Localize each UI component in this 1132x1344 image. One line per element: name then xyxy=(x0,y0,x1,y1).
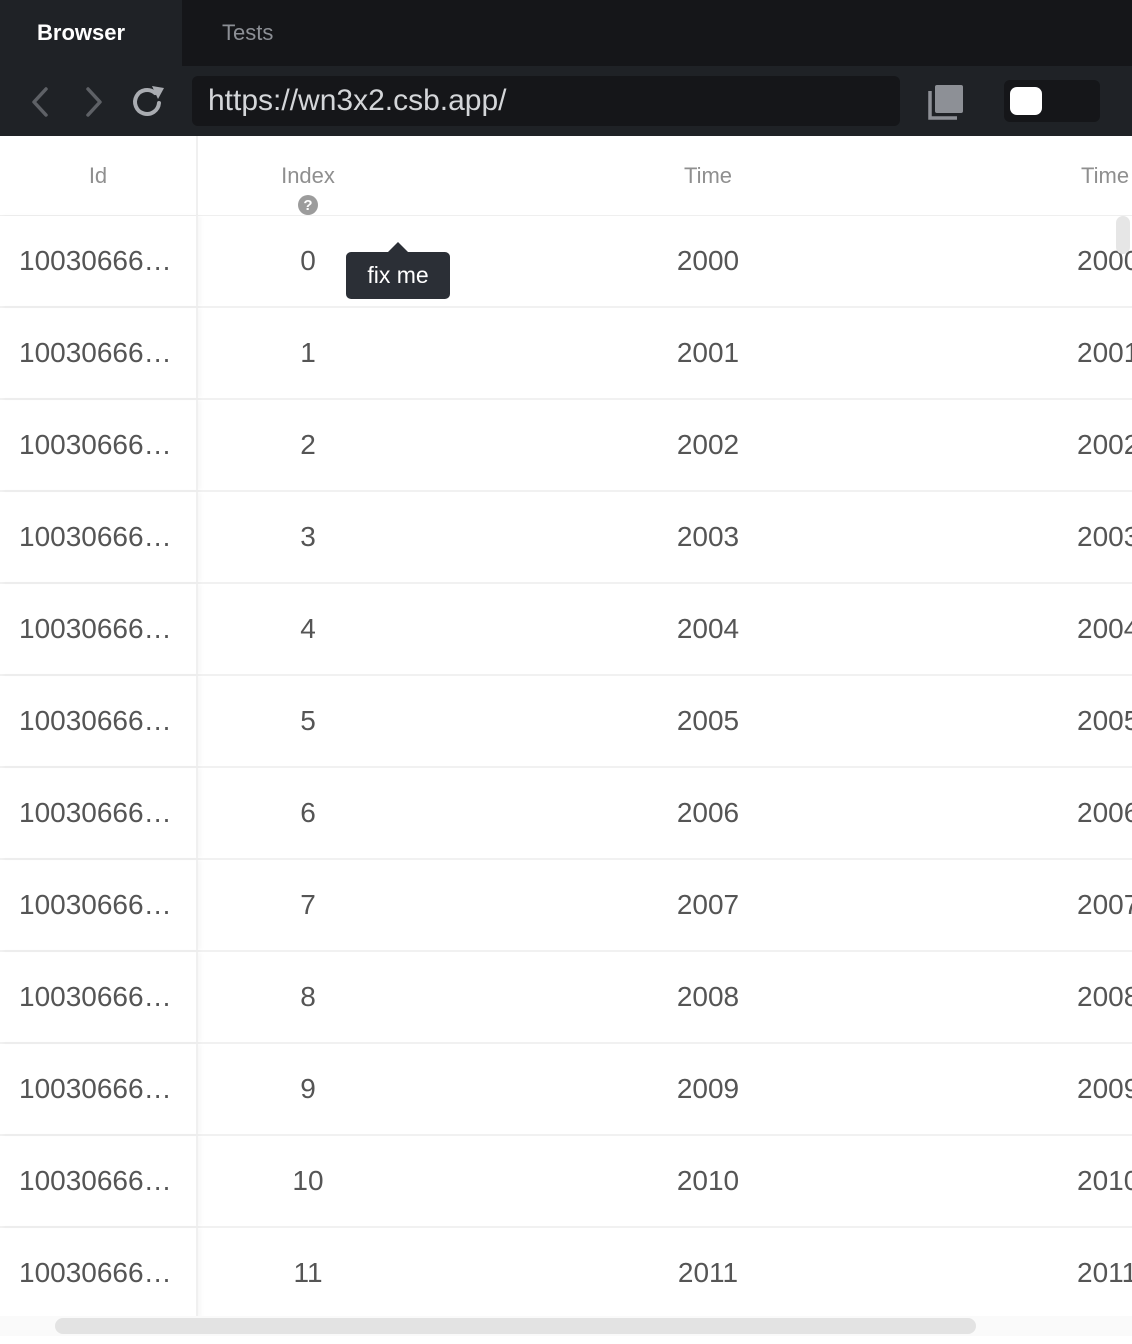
cell-time-2: 2005 xyxy=(1077,705,1132,736)
tab-bar: Browser Tests xyxy=(0,0,1132,66)
cell-id: 10030666… xyxy=(0,1228,198,1318)
table-row[interactable]: 10030666… 4 2004 2004 xyxy=(0,584,1132,676)
table-row[interactable]: 10030666… 2 2002 2002 xyxy=(0,400,1132,492)
cell-time-2: 2003 xyxy=(1077,521,1132,552)
address-toolbar: https://wn3x2.csb.app/ xyxy=(0,66,1132,136)
cell-id: 10030666… xyxy=(0,1044,198,1134)
cell-id: 10030666… xyxy=(0,676,198,766)
table-row[interactable]: 10030666… 10 2010 2010 xyxy=(0,1136,1132,1228)
url-input[interactable]: https://wn3x2.csb.app/ xyxy=(192,76,900,126)
data-table: Id Index ? Time Time 10030666… 0 2000 20… xyxy=(0,136,1132,1344)
column-header-index[interactable]: Index ? xyxy=(198,136,418,216)
cell-time: 2001 xyxy=(676,337,740,368)
horizontal-scrollbar[interactable] xyxy=(55,1318,976,1334)
table-row[interactable]: 10030666… 11 2011 2011 xyxy=(0,1228,1132,1320)
tooltip: fix me xyxy=(346,242,450,299)
cell-id: 10030666… xyxy=(0,308,198,398)
cell-time-2: 2004 xyxy=(1077,613,1132,644)
cell-time: 2004 xyxy=(676,613,740,644)
tab-tests[interactable]: Tests xyxy=(182,0,310,66)
cell-index: 3 xyxy=(300,521,316,552)
table-row[interactable]: 10030666… 6 2006 2006 xyxy=(0,768,1132,860)
column-header-id[interactable]: Id xyxy=(0,136,198,216)
column-header-label: Time xyxy=(683,163,733,188)
back-button[interactable] xyxy=(21,82,61,122)
cell-time-2: 2011 xyxy=(1077,1257,1132,1288)
column-header-time-2[interactable]: Time xyxy=(1060,136,1132,216)
cell-id: 10030666… xyxy=(0,952,198,1042)
cell-time: 2006 xyxy=(676,797,740,828)
cell-time: 2008 xyxy=(676,981,740,1012)
table-header: Id Index ? Time Time xyxy=(0,136,1132,216)
cell-id: 10030666… xyxy=(0,400,198,490)
theme-toggle[interactable] xyxy=(1004,80,1100,122)
cell-index: 7 xyxy=(300,889,316,920)
cell-index: 2 xyxy=(300,429,316,460)
cell-time-2: 2009 xyxy=(1077,1073,1132,1104)
refresh-icon xyxy=(133,86,164,116)
cell-time: 2003 xyxy=(676,521,740,552)
column-header-time[interactable]: Time xyxy=(598,136,818,216)
column-header-label: Id xyxy=(88,163,108,188)
column-header-label: Index xyxy=(281,163,335,188)
tab-browser[interactable]: Browser xyxy=(0,0,182,66)
cell-index: 6 xyxy=(300,797,316,828)
cell-id: 10030666… xyxy=(0,1136,198,1226)
table-row[interactable]: 10030666… 0 2000 2000 xyxy=(0,216,1132,308)
reload-button[interactable] xyxy=(128,82,168,122)
cell-time: 2000 xyxy=(676,245,740,276)
cell-index: 11 xyxy=(293,1257,323,1288)
cell-time: 2007 xyxy=(676,889,740,920)
column-header-label: Time xyxy=(1081,163,1130,188)
cell-time: 2005 xyxy=(676,705,740,736)
cell-index: 10 xyxy=(292,1165,324,1196)
cell-index: 5 xyxy=(300,705,316,736)
chevron-left-icon xyxy=(32,87,48,117)
table-row[interactable]: 10030666… 3 2003 2003 xyxy=(0,492,1132,584)
cell-time-2: 2007 xyxy=(1077,889,1132,920)
chevron-right-icon xyxy=(86,87,102,117)
cell-id: 10030666… xyxy=(0,584,198,674)
toggle-knob xyxy=(1010,87,1042,115)
cell-id: 10030666… xyxy=(0,492,198,582)
cell-id: 10030666… xyxy=(0,216,198,306)
cell-time: 2010 xyxy=(676,1165,740,1196)
table-body: 10030666… 0 2000 2000 10030666… 1 2001 2… xyxy=(0,216,1132,1320)
cell-id: 10030666… xyxy=(0,768,198,858)
table-row[interactable]: 10030666… 5 2005 2005 xyxy=(0,676,1132,768)
cell-time-2: 2010 xyxy=(1077,1165,1132,1196)
copy-icon xyxy=(928,85,963,120)
help-icon[interactable]: ? xyxy=(298,195,318,215)
cell-index: 9 xyxy=(300,1073,316,1104)
cell-time: 2011 xyxy=(677,1257,739,1288)
copy-button[interactable] xyxy=(926,82,966,122)
table-row[interactable]: 10030666… 9 2009 2009 xyxy=(0,1044,1132,1136)
cell-time-2: 2008 xyxy=(1077,981,1132,1012)
vertical-scrollbar[interactable] xyxy=(1116,216,1130,254)
cell-index: 1 xyxy=(300,337,316,368)
cell-time: 2009 xyxy=(676,1073,740,1104)
table-row[interactable]: 10030666… 1 2001 2001 xyxy=(0,308,1132,400)
cell-time: 2002 xyxy=(676,429,740,460)
table-row[interactable]: 10030666… 8 2008 2008 xyxy=(0,952,1132,1044)
cell-time-2: 2006 xyxy=(1077,797,1132,828)
forward-button[interactable] xyxy=(74,82,114,122)
cell-index: 4 xyxy=(300,613,316,644)
cell-time-2: 2002 xyxy=(1077,429,1132,460)
cell-id: 10030666… xyxy=(0,860,198,950)
cell-index: 8 xyxy=(300,981,316,1012)
table-row[interactable]: 10030666… 7 2007 2007 xyxy=(0,860,1132,952)
cell-time-2: 2001 xyxy=(1077,337,1132,368)
